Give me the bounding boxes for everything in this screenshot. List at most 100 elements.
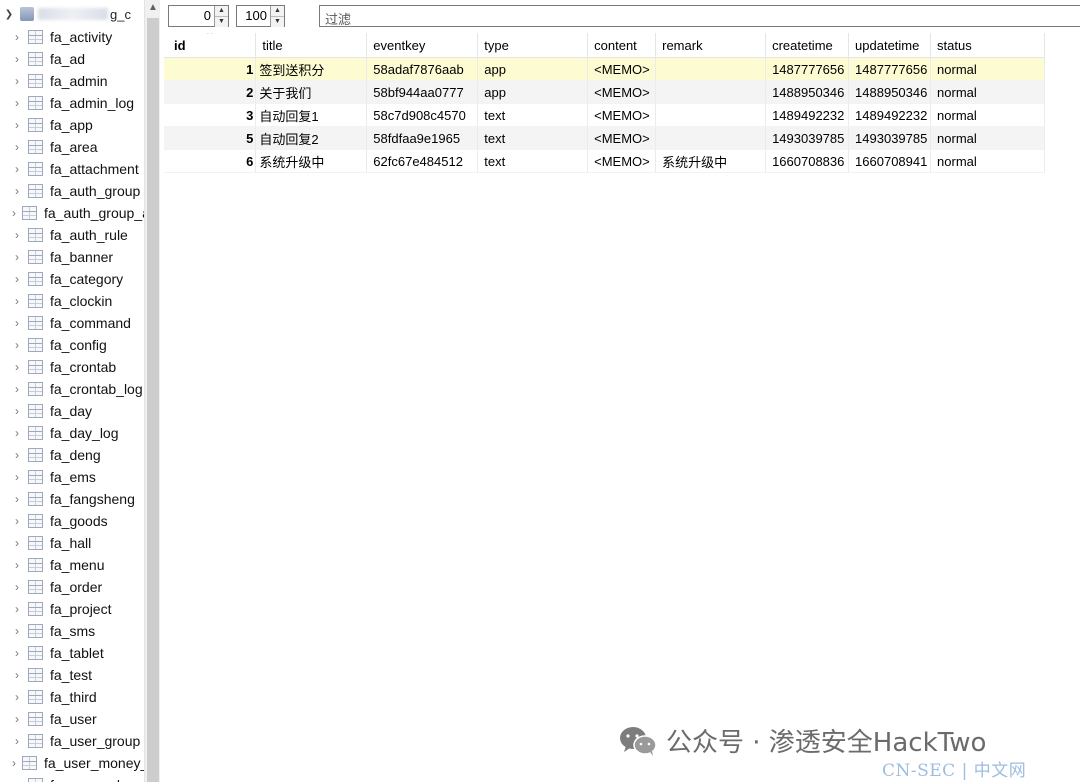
- sidebar-table-item[interactable]: › fa_day: [0, 400, 144, 422]
- offset-down-arrow-icon[interactable]: ▼: [215, 16, 228, 27]
- cell-status[interactable]: normal: [930, 149, 1045, 173]
- cell-createtime[interactable]: 1488950346: [765, 80, 850, 104]
- cell-type[interactable]: text: [477, 149, 589, 173]
- column-header-eventkey[interactable]: eventkey: [366, 33, 479, 58]
- cell-id[interactable]: 3: [164, 103, 257, 127]
- sidebar-table-item[interactable]: › fa_ems: [0, 466, 144, 488]
- column-header-createtime[interactable]: createtime: [765, 33, 850, 58]
- cell-title[interactable]: 自动回复1: [255, 103, 368, 127]
- sidebar-table-item[interactable]: › fa_banner: [0, 246, 144, 268]
- sidebar-table-item[interactable]: › fa_crontab_log: [0, 378, 144, 400]
- chevron-right-icon[interactable]: ›: [12, 383, 22, 395]
- chevron-right-icon[interactable]: ›: [12, 647, 22, 659]
- database-node[interactable]: ❯ g_c: [0, 4, 144, 24]
- table-row[interactable]: 5 自动回复2 58fdfaa9e1965 text <MEMO> 1493039785 1…: [164, 126, 1045, 150]
- cell-type[interactable]: app: [477, 57, 589, 81]
- sidebar-table-item[interactable]: › fa_project: [0, 598, 144, 620]
- chevron-right-icon[interactable]: ›: [12, 471, 22, 483]
- column-header-type[interactable]: type: [477, 33, 589, 58]
- sidebar-table-item[interactable]: › fa_day_log: [0, 422, 144, 444]
- chevron-right-icon[interactable]: ›: [12, 273, 22, 285]
- cell-type[interactable]: app: [477, 80, 589, 104]
- chevron-right-icon[interactable]: ›: [12, 163, 22, 175]
- cell-eventkey[interactable]: 58c7d908c4570: [366, 103, 479, 127]
- chevron-right-icon[interactable]: ›: [12, 295, 22, 307]
- sidebar-scroll-thumb[interactable]: [147, 18, 159, 782]
- chevron-right-icon[interactable]: ›: [12, 537, 22, 549]
- sidebar-table-item[interactable]: › fa_goods: [0, 510, 144, 532]
- cell-updatetime[interactable]: 1489492232: [848, 103, 932, 127]
- chevron-right-icon[interactable]: ›: [12, 119, 22, 131]
- column-header-remark[interactable]: remark: [655, 33, 767, 58]
- cell-updatetime[interactable]: 1493039785: [848, 126, 932, 150]
- cell-eventkey[interactable]: 58adaf7876aab: [366, 57, 479, 81]
- limit-down-arrow-icon[interactable]: ▼: [271, 16, 284, 27]
- column-header-updatetime[interactable]: updatetime: [848, 33, 932, 58]
- chevron-right-icon[interactable]: ›: [12, 185, 22, 197]
- sidebar-table-item[interactable]: › fa_third: [0, 686, 144, 708]
- table-row[interactable]: 1 签到送积分 58adaf7876aab app <MEMO> 1487777656 14…: [164, 57, 1045, 81]
- column-header-title[interactable]: title: [255, 33, 368, 58]
- sidebar-table-item[interactable]: › fa_sms: [0, 620, 144, 642]
- sidebar-table-item[interactable]: › fa_auth_rule: [0, 224, 144, 246]
- sidebar-table-item[interactable]: › fa_category: [0, 268, 144, 290]
- cell-content[interactable]: <MEMO>: [587, 126, 657, 150]
- cell-id[interactable]: 2: [164, 80, 257, 104]
- sidebar-table-item[interactable]: › fa_admin_log: [0, 92, 144, 114]
- chevron-right-icon[interactable]: ›: [12, 691, 22, 703]
- chevron-right-icon[interactable]: ›: [12, 207, 16, 219]
- chevron-right-icon[interactable]: ›: [12, 53, 22, 65]
- sidebar-table-item[interactable]: ›fa_user_rule: [0, 774, 144, 782]
- table-row[interactable]: 3 自动回复1 58c7d908c4570 text <MEMO> 1489492232 1…: [164, 103, 1045, 127]
- cell-createtime[interactable]: 1487777656: [765, 57, 850, 81]
- cell-updatetime[interactable]: 1660708941: [848, 149, 932, 173]
- chevron-right-icon[interactable]: ›: [12, 581, 22, 593]
- chevron-right-icon[interactable]: ›: [12, 735, 22, 747]
- sidebar-table-item[interactable]: › fa_deng: [0, 444, 144, 466]
- cell-status[interactable]: normal: [930, 80, 1045, 104]
- offset-stepper[interactable]: 0 ▲ ▼: [168, 5, 229, 27]
- chevron-down-icon[interactable]: ❯: [2, 9, 16, 20]
- cell-updatetime[interactable]: 1487777656: [848, 57, 932, 81]
- table-row[interactable]: 2 关于我们 58bf944aa0777 app <MEMO> 1488950346 148…: [164, 80, 1045, 104]
- cell-remark[interactable]: [655, 80, 767, 104]
- cell-eventkey[interactable]: 58fdfaa9e1965: [366, 126, 479, 150]
- cell-updatetime[interactable]: 1488950346: [848, 80, 932, 104]
- cell-status[interactable]: normal: [930, 57, 1045, 81]
- limit-value[interactable]: 100: [237, 6, 270, 26]
- cell-createtime[interactable]: 1489492232: [765, 103, 850, 127]
- chevron-right-icon[interactable]: ›: [12, 97, 22, 109]
- cell-eventkey[interactable]: 62fc67e484512: [366, 149, 479, 173]
- chevron-right-icon[interactable]: ›: [12, 449, 22, 461]
- cell-content[interactable]: <MEMO>: [587, 57, 657, 81]
- sidebar-table-item[interactable]: › fa_app: [0, 114, 144, 136]
- cell-title[interactable]: 签到送积分: [255, 57, 368, 81]
- sidebar-table-item[interactable]: › fa_user_group: [0, 730, 144, 752]
- sidebar-scrollbar[interactable]: ▲: [144, 0, 160, 782]
- chevron-right-icon[interactable]: ›: [12, 713, 22, 725]
- sidebar-table-item[interactable]: › fa_fangsheng: [0, 488, 144, 510]
- cell-type[interactable]: text: [477, 103, 589, 127]
- cell-createtime[interactable]: 1493039785: [765, 126, 850, 150]
- limit-stepper[interactable]: 100 ▲ ▼: [236, 5, 285, 27]
- sidebar-table-item[interactable]: › fa_attachment: [0, 158, 144, 180]
- sidebar-table-item[interactable]: › fa_area: [0, 136, 144, 158]
- chevron-right-icon[interactable]: ›: [12, 625, 22, 637]
- cell-type[interactable]: text: [477, 126, 589, 150]
- sidebar-table-item[interactable]: › fa_auth_group_access: [0, 202, 144, 224]
- cell-title[interactable]: 关于我们: [255, 80, 368, 104]
- offset-value[interactable]: 0: [169, 6, 214, 26]
- chevron-right-icon[interactable]: ›: [12, 339, 22, 351]
- chevron-right-icon[interactable]: ›: [12, 251, 22, 263]
- sidebar-table-item[interactable]: › fa_test: [0, 664, 144, 686]
- cell-remark[interactable]: [655, 126, 767, 150]
- sidebar-table-item[interactable]: › fa_auth_group: [0, 180, 144, 202]
- cell-remark[interactable]: 系统升级中: [655, 149, 767, 173]
- chevron-right-icon[interactable]: ›: [12, 405, 22, 417]
- cell-remark[interactable]: [655, 57, 767, 81]
- chevron-right-icon[interactable]: ›: [12, 31, 22, 43]
- cell-eventkey[interactable]: 58bf944aa0777: [366, 80, 479, 104]
- offset-up-arrow-icon[interactable]: ▲: [215, 6, 228, 16]
- sidebar-table-item[interactable]: › fa_user: [0, 708, 144, 730]
- filter-input[interactable]: 过滤: [319, 5, 1080, 27]
